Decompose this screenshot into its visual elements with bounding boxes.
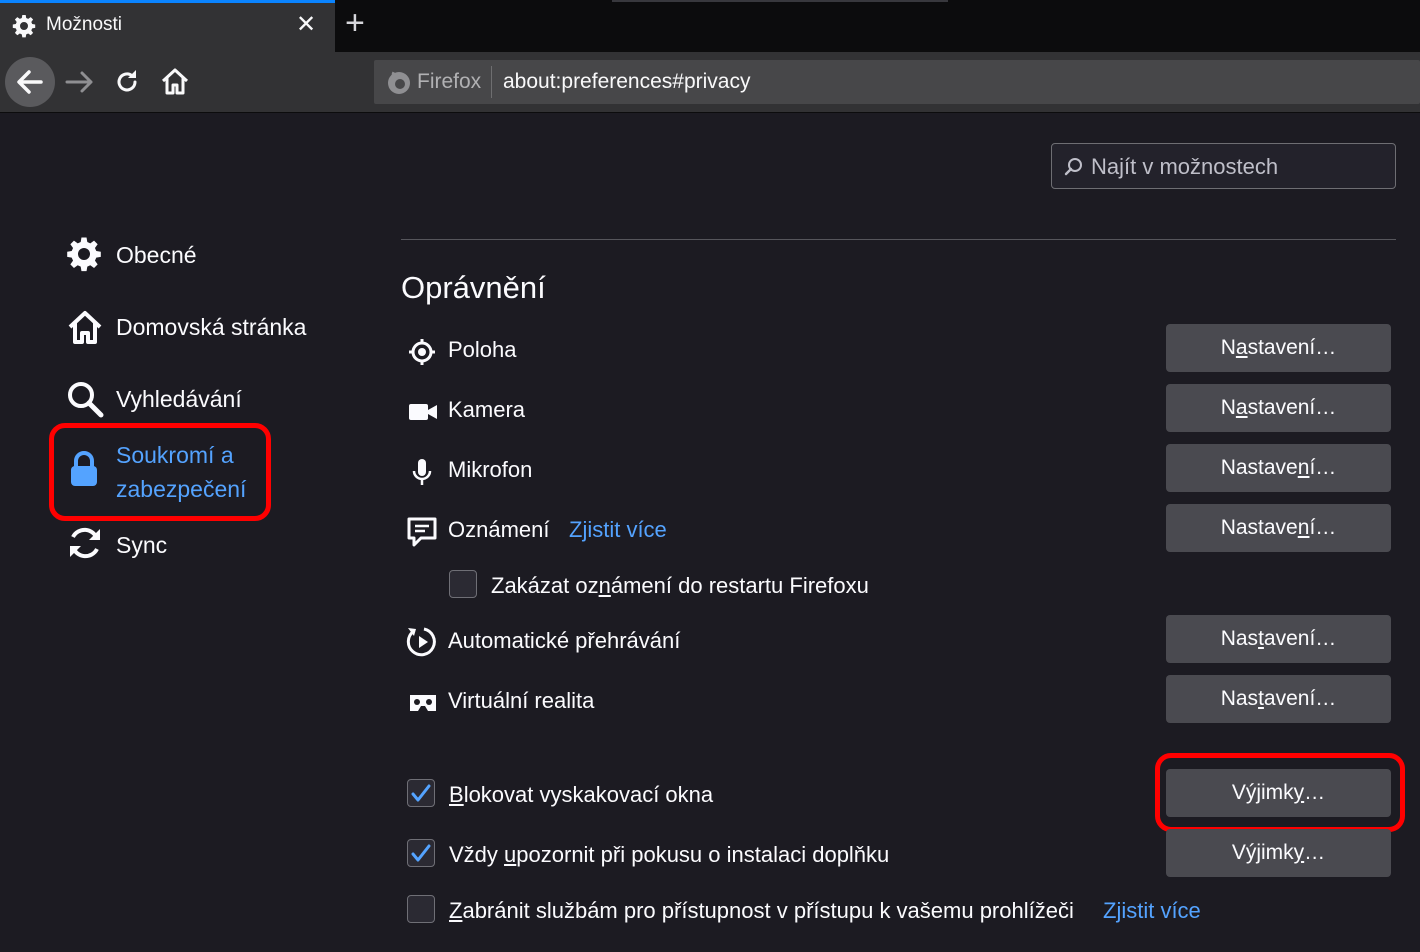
warn-addons-checkbox[interactable]: [407, 839, 435, 867]
vr-headset-icon: [407, 692, 439, 719]
sidebar-item-label: Sync: [116, 532, 168, 558]
permission-label: Mikrofon: [448, 457, 533, 482]
home-button[interactable]: [160, 66, 190, 103]
checkmark-icon: [411, 844, 431, 862]
forward-button[interactable]: [62, 62, 98, 107]
notification-settings-button[interactable]: Nastavení…: [1166, 504, 1391, 552]
permission-label: Virtuální realita: [448, 688, 595, 713]
pause-notifications-checkbox[interactable]: [449, 570, 477, 598]
sidebar-item-label: Domovská stránka: [116, 314, 307, 340]
microphone-icon: [410, 456, 434, 493]
search-placeholder: Najít v možnostech: [1091, 154, 1279, 179]
permission-label: Automatické přehrávání: [448, 628, 681, 653]
sync-icon: [66, 524, 104, 567]
learn-more-link[interactable]: Zjistit více: [1103, 898, 1201, 924]
camera-settings-button[interactable]: Nastavení…: [1166, 384, 1391, 432]
permission-label: Kamera: [448, 397, 526, 422]
notification-icon: [406, 516, 438, 553]
new-tab-button[interactable]: +: [345, 4, 365, 43]
home-icon: [66, 308, 104, 351]
search-icon: [66, 380, 106, 425]
sidebar-item-label: Vyhledávání: [116, 386, 242, 412]
search-icon: [1064, 156, 1084, 183]
home-icon: [161, 68, 189, 95]
firefox-icon[interactable]: [386, 68, 412, 101]
arrow-left-icon: [17, 70, 43, 94]
gear-icon: [12, 14, 36, 43]
section-title: Oprávnění: [401, 270, 546, 305]
learn-more-link[interactable]: Zjistit více: [569, 517, 667, 543]
arrow-right-icon: [65, 71, 93, 93]
warn-addons-label: Vždy upozornit při pokusu o instalaci do…: [449, 842, 890, 867]
block-accessibility-label: Zabránit službám pro přístupnost v příst…: [449, 898, 1074, 923]
url-text[interactable]: about:preferences#privacy: [503, 70, 750, 94]
location-icon: [407, 337, 437, 372]
pause-notifications-label: Zakázat oznámení do restartu Firefoxu: [491, 573, 869, 598]
sidebar-item-label: Soukromí a zabezpečení: [116, 438, 246, 506]
camera-icon: [407, 399, 439, 430]
back-button[interactable]: [5, 57, 55, 107]
location-settings-button[interactable]: Nastavení…: [1166, 324, 1391, 372]
close-icon[interactable]: ✕: [296, 10, 316, 39]
lock-icon: [66, 450, 102, 493]
tab-strip-divider: [612, 0, 948, 2]
sidebar-item-label-line1: Soukromí a: [116, 442, 234, 468]
reload-button[interactable]: [112, 66, 142, 103]
divider: [401, 239, 1396, 240]
microphone-settings-button[interactable]: Nastavení…: [1166, 444, 1391, 492]
block-popups-checkbox[interactable]: [407, 779, 435, 807]
block-accessibility-checkbox[interactable]: [407, 895, 435, 923]
block-popups-label: Blokovat vyskakovací okna: [449, 782, 714, 807]
popup-exceptions-button[interactable]: Výjimky…: [1166, 769, 1391, 817]
url-separator: [491, 66, 492, 98]
addon-exceptions-button[interactable]: Výjimky…: [1166, 829, 1391, 877]
sidebar-item-label-line2: zabezpečení: [116, 476, 247, 502]
sidebar-item-label: Obecné: [116, 242, 197, 268]
autoplay-icon: [405, 625, 439, 664]
permission-label: Poloha: [448, 337, 517, 362]
vr-settings-button[interactable]: Nastavení…: [1166, 675, 1391, 723]
identity-label[interactable]: Firefox: [417, 70, 481, 94]
tab-title: Možnosti: [46, 14, 123, 35]
checkmark-icon: [411, 784, 431, 802]
permission-label: Oznámení: [448, 517, 550, 542]
reload-icon: [117, 70, 137, 92]
gear-icon: [66, 236, 102, 277]
autoplay-settings-button[interactable]: Nastavení…: [1166, 615, 1391, 663]
